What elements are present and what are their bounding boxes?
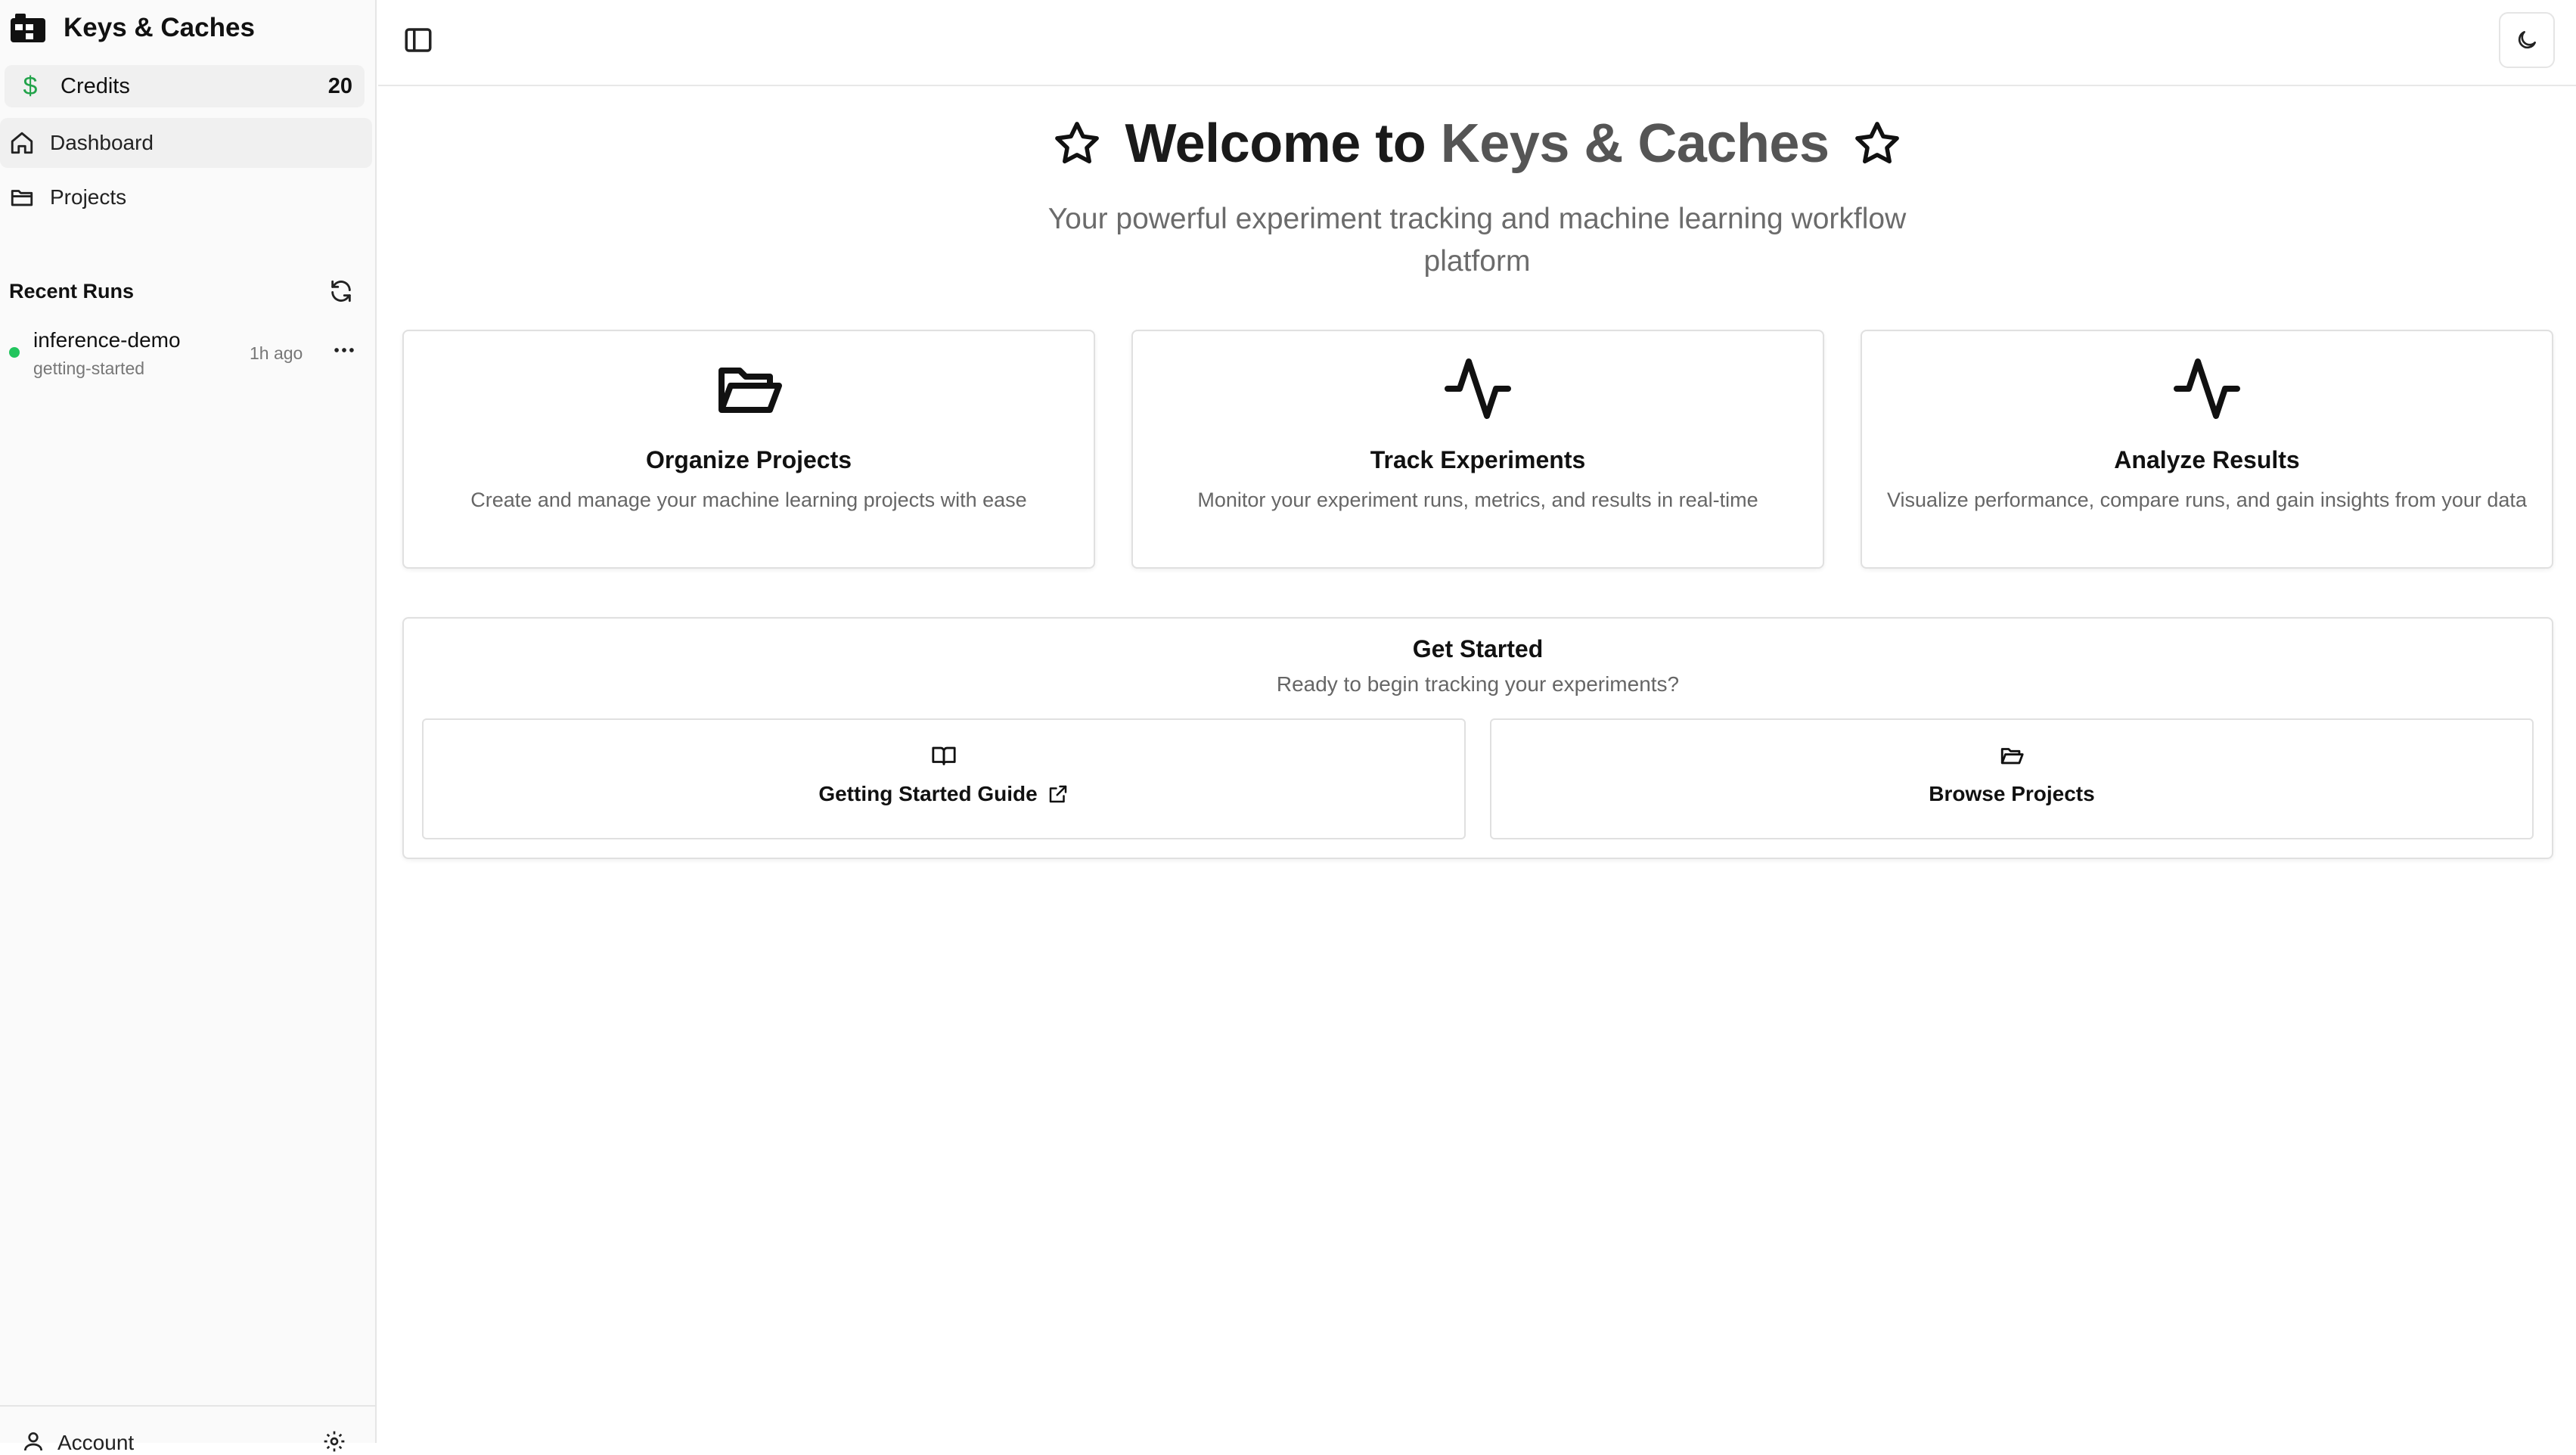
feature-title: Organize Projects	[645, 446, 852, 473]
book-open-icon	[932, 746, 956, 765]
credits-label: Credits	[61, 73, 130, 98]
guide-label: Getting Started Guide	[818, 782, 1038, 805]
browse-projects-button[interactable]: Browse Projects	[1490, 718, 2534, 839]
guide-label-row: Getting Started Guide	[424, 782, 1464, 806]
account-label: Account	[57, 1431, 135, 1454]
get-started-title: Get Started	[1412, 635, 1544, 662]
folder-open-icon	[2000, 748, 2024, 765]
brand[interactable]: Keys & Caches	[9, 9, 255, 47]
feature-title: Analyze Results	[2114, 446, 2300, 473]
activity-icon	[1445, 358, 1511, 419]
browse-label: Browse Projects	[1929, 782, 2095, 805]
gear-icon[interactable]	[322, 1429, 346, 1453]
dollar-icon: $	[23, 71, 38, 101]
activity-icon	[2174, 358, 2240, 419]
welcome-heading: Welcome to Keys & Caches	[1125, 113, 1830, 175]
welcome-brand: Keys & Caches	[1440, 113, 1830, 174]
external-link-icon	[1049, 785, 1066, 803]
credits-row[interactable]: $ Credits 20	[5, 65, 365, 107]
sidebar-item-projects[interactable]: Projects	[0, 172, 372, 222]
feature-description: Visualize performance, compare runs, and…	[1887, 489, 2527, 511]
recent-runs-title: Recent Runs	[9, 280, 135, 302]
more-horizontal-icon[interactable]	[331, 337, 357, 363]
get-started-subtitle: Ready to begin tracking your experiments…	[1276, 672, 1680, 696]
feature-description: Create and manage your machine learning …	[470, 489, 1027, 511]
logo-icon	[11, 14, 45, 42]
browse-label-row: Browse Projects	[1491, 782, 2532, 806]
sidebar: Keys & Caches $ Credits 20 Dashboard Pro…	[0, 0, 377, 1454]
moon-icon	[2518, 31, 2536, 49]
feature-card-organize: Organize Projects Create and manage your…	[402, 330, 1095, 569]
star-icon	[1055, 122, 1100, 164]
brand-name: Keys & Caches	[64, 13, 255, 42]
home-icon	[11, 132, 33, 154]
feature-title: Track Experiments	[1370, 446, 1586, 473]
page-title: Welcome to Keys & Caches	[378, 106, 2576, 181]
feature-description: Monitor your experiment runs, metrics, a…	[1197, 489, 1758, 511]
recent-run-item[interactable]: inference-demo getting-started 1h ago	[0, 327, 372, 384]
hero-subtitle: Your powerful experiment tracking and ma…	[1047, 203, 1907, 278]
feature-card-analyze: Analyze Results Visualize performance, c…	[1861, 330, 2553, 569]
refresh-icon[interactable]	[328, 278, 354, 304]
run-project: getting-started	[33, 358, 145, 378]
sidebar-item-label: Dashboard	[50, 131, 154, 154]
run-time: 1h ago	[250, 343, 303, 363]
hero: Welcome to Keys & Caches Your powerful e…	[378, 106, 2576, 283]
welcome-prefix: Welcome to	[1125, 113, 1441, 174]
status-dot	[9, 347, 20, 358]
theme-toggle-button[interactable]	[2499, 12, 2555, 68]
credits-count: 20	[327, 73, 352, 98]
run-name: inference-demo	[33, 328, 181, 352]
feature-card-track: Track Experiments Monitor your experimen…	[1131, 330, 1824, 569]
get-started-card: Get Started Ready to begin tracking your…	[402, 617, 2553, 859]
folder-icon	[11, 190, 33, 206]
user-icon	[24, 1432, 42, 1451]
star-icon	[1854, 122, 1899, 164]
sidebar-toggle-icon[interactable]	[402, 24, 434, 56]
sidebar-item-dashboard[interactable]: Dashboard	[0, 118, 372, 168]
top-bar	[378, 0, 2576, 86]
getting-started-guide-button[interactable]: Getting Started Guide	[422, 718, 1466, 839]
account-row[interactable]: Account	[0, 1405, 377, 1454]
folder-open-icon	[718, 368, 782, 413]
sidebar-item-label: Projects	[50, 185, 127, 209]
